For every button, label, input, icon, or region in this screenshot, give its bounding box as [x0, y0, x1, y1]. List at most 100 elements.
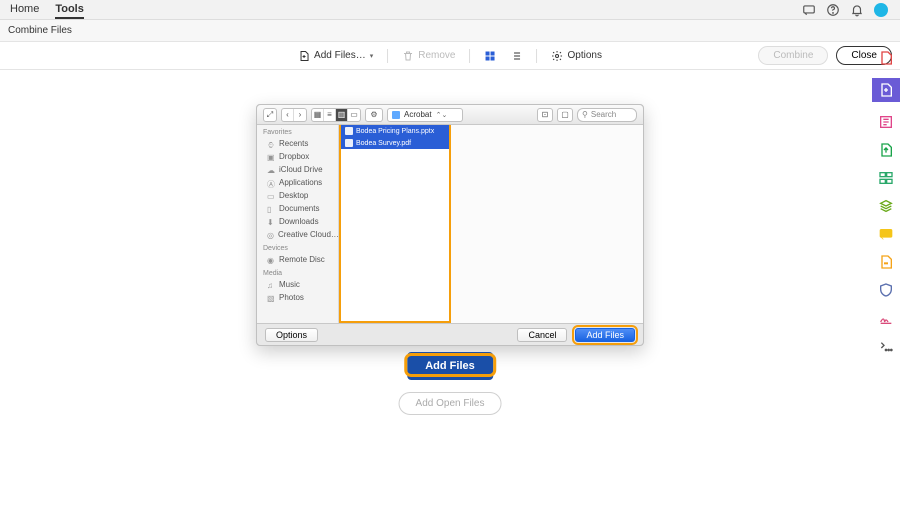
main-area: ⤢ ‹ › ▦ ≡ ▥ ▭ ⚙︎ Acrobat ⌃⌄ ⊡ ▢ [0, 70, 900, 506]
remove-button[interactable]: Remove [402, 50, 455, 62]
file-name: Bodea Pricing Plans.pptx [356, 128, 434, 135]
add-open-files-button[interactable]: Add Open Files [399, 392, 502, 415]
gallery-view-icon[interactable]: ▭ [348, 109, 360, 121]
picker-add-files-button[interactable]: Add Files [575, 328, 635, 342]
sidebar-item-creativecloud[interactable]: ◎ Creative Cloud… [257, 228, 338, 241]
nav-arrows[interactable]: ‹ › [281, 108, 307, 122]
column-view-icon[interactable]: ▥ [336, 109, 348, 121]
nav-forward-icon[interactable]: › [294, 109, 306, 121]
sort-icon: ⚙︎ [366, 109, 382, 121]
file-picker-body: Favorites ⌚︎Recents ▣Dropbox ☁︎iCloud Dr… [257, 125, 643, 323]
file-name: Bodea Survey.pdf [356, 140, 411, 147]
sidebar-item-label: Documents [279, 204, 319, 213]
sidebar-item-label: Creative Cloud… [278, 230, 338, 239]
nav-back-forward[interactable]: ⤢ [263, 108, 277, 122]
apps-icon: Ⓐ [267, 179, 275, 187]
divider [469, 49, 470, 63]
add-files-icon [298, 50, 310, 62]
file-list-column: Bodea Pricing Plans.pptx Bodea Survey.pd… [339, 125, 451, 323]
sidebar-item-label: Downloads [279, 217, 319, 226]
options-label: Options [567, 50, 601, 61]
file-icon [345, 127, 353, 135]
list-view-small-icon[interactable]: ≡ [324, 109, 336, 121]
file-picker-footer: Options Cancel Add Files [257, 323, 643, 345]
view-list-button[interactable] [510, 50, 522, 62]
header-icon-row [802, 3, 900, 17]
sidebar-item-label: Desktop [279, 191, 308, 200]
options-button[interactable]: Options [551, 50, 601, 62]
bell-icon[interactable] [850, 3, 864, 17]
tag-button[interactable]: ⊡ [537, 108, 553, 122]
page-icon[interactable] [878, 50, 894, 66]
music-icon: ♫ [267, 281, 275, 289]
tab-tools[interactable]: Tools [55, 1, 84, 19]
file-picker-sidebar: Favorites ⌚︎Recents ▣Dropbox ☁︎iCloud Dr… [257, 125, 339, 323]
downloads-icon: ⬇︎ [267, 218, 275, 226]
export-icon[interactable] [878, 142, 894, 158]
search-input[interactable]: ⚲ Search [577, 108, 637, 122]
help-icon[interactable] [826, 3, 840, 17]
icon-view-icon[interactable]: ▦ [312, 109, 324, 121]
sidebar-item-icloud[interactable]: ☁︎iCloud Drive [257, 163, 338, 176]
sidebar-item-downloads[interactable]: ⬇︎ Downloads [257, 215, 338, 228]
more-icon[interactable] [878, 338, 894, 354]
sidebar-item-remotedisc[interactable]: ◉ Remote Disc [257, 253, 338, 266]
photos-icon: ▧ [267, 294, 275, 302]
chat-icon[interactable] [802, 3, 816, 17]
add-files-main: Add Files [407, 356, 493, 374]
add-files-button[interactable]: Add Files [407, 352, 493, 380]
sidebar-item-documents[interactable]: ▯ Documents [257, 202, 338, 215]
comment-icon[interactable] [878, 226, 894, 242]
view-switcher[interactable]: ▦ ≡ ▥ ▭ [311, 108, 361, 122]
sidebar-item-desktop[interactable]: ▭Desktop [257, 189, 338, 202]
disc-icon: ◉ [267, 256, 275, 264]
file-row[interactable]: Bodea Pricing Plans.pptx [341, 125, 449, 137]
app-header: Home Tools [0, 0, 900, 20]
sidebar-item-recents[interactable]: ⌚︎Recents [257, 137, 338, 150]
nav-back-icon[interactable]: ‹ [282, 109, 294, 121]
protect-icon[interactable] [878, 282, 894, 298]
create-icon[interactable] [872, 78, 900, 102]
add-files-dropdown[interactable]: Add Files… ▾ [298, 50, 373, 62]
sidebar-item-label: Remote Disc [279, 255, 325, 264]
recents-icon: ⌚︎ [267, 140, 275, 148]
cc-icon: ◎ [267, 231, 274, 239]
divider [387, 49, 388, 63]
fullscreen-icon[interactable]: ⤢ [264, 109, 276, 121]
sidebar-item-applications[interactable]: Ⓐ Applications [257, 176, 338, 189]
sidebar-item-label: iCloud Drive [279, 165, 323, 174]
highlight-icon[interactable] [878, 254, 894, 270]
file-row[interactable]: Bodea Survey.pdf [341, 137, 449, 149]
divider [536, 49, 537, 63]
picker-options-button[interactable]: Options [265, 328, 318, 342]
sort-dropdown[interactable]: ⚙︎ [365, 108, 383, 122]
documents-icon: ▯ [267, 205, 275, 213]
sidebar-item-label: Photos [279, 293, 304, 302]
sign-icon[interactable] [878, 310, 894, 326]
location-dropdown[interactable]: Acrobat ⌃⌄ [387, 108, 463, 122]
edit-icon[interactable] [878, 114, 894, 130]
tool-title: Combine Files [8, 25, 72, 36]
trash-icon [402, 50, 414, 62]
compress-icon[interactable] [878, 198, 894, 214]
tab-home[interactable]: Home [10, 1, 39, 19]
favorites-heading: Favorites [257, 125, 338, 137]
file-picker-dialog: ⤢ ‹ › ▦ ≡ ▥ ▭ ⚙︎ Acrobat ⌃⌄ ⊡ ▢ [256, 104, 644, 346]
combine-button[interactable]: Combine [758, 46, 828, 65]
sidebar-item-label: Applications [279, 178, 322, 187]
updown-icon: ⌃⌄ [436, 111, 448, 119]
organize-icon[interactable] [878, 170, 894, 186]
dropbox-icon: ▣ [267, 153, 275, 161]
view-grid-button[interactable] [484, 50, 496, 62]
header-tabs: Home Tools [0, 1, 84, 19]
search-icon: ⚲ [582, 110, 588, 119]
user-avatar[interactable] [874, 3, 888, 17]
picker-cancel-button[interactable]: Cancel [517, 328, 567, 342]
sidebar-item-photos[interactable]: ▧ Photos [257, 291, 338, 304]
sidebar-item-music[interactable]: ♫ Music [257, 278, 338, 291]
right-tool-rail [872, 44, 900, 354]
sidebar-item-dropbox[interactable]: ▣Dropbox [257, 150, 338, 163]
sidebar-item-label: Music [279, 280, 300, 289]
tool-subheader: Combine Files [0, 20, 900, 42]
share-icon[interactable]: ▢ [557, 108, 573, 122]
